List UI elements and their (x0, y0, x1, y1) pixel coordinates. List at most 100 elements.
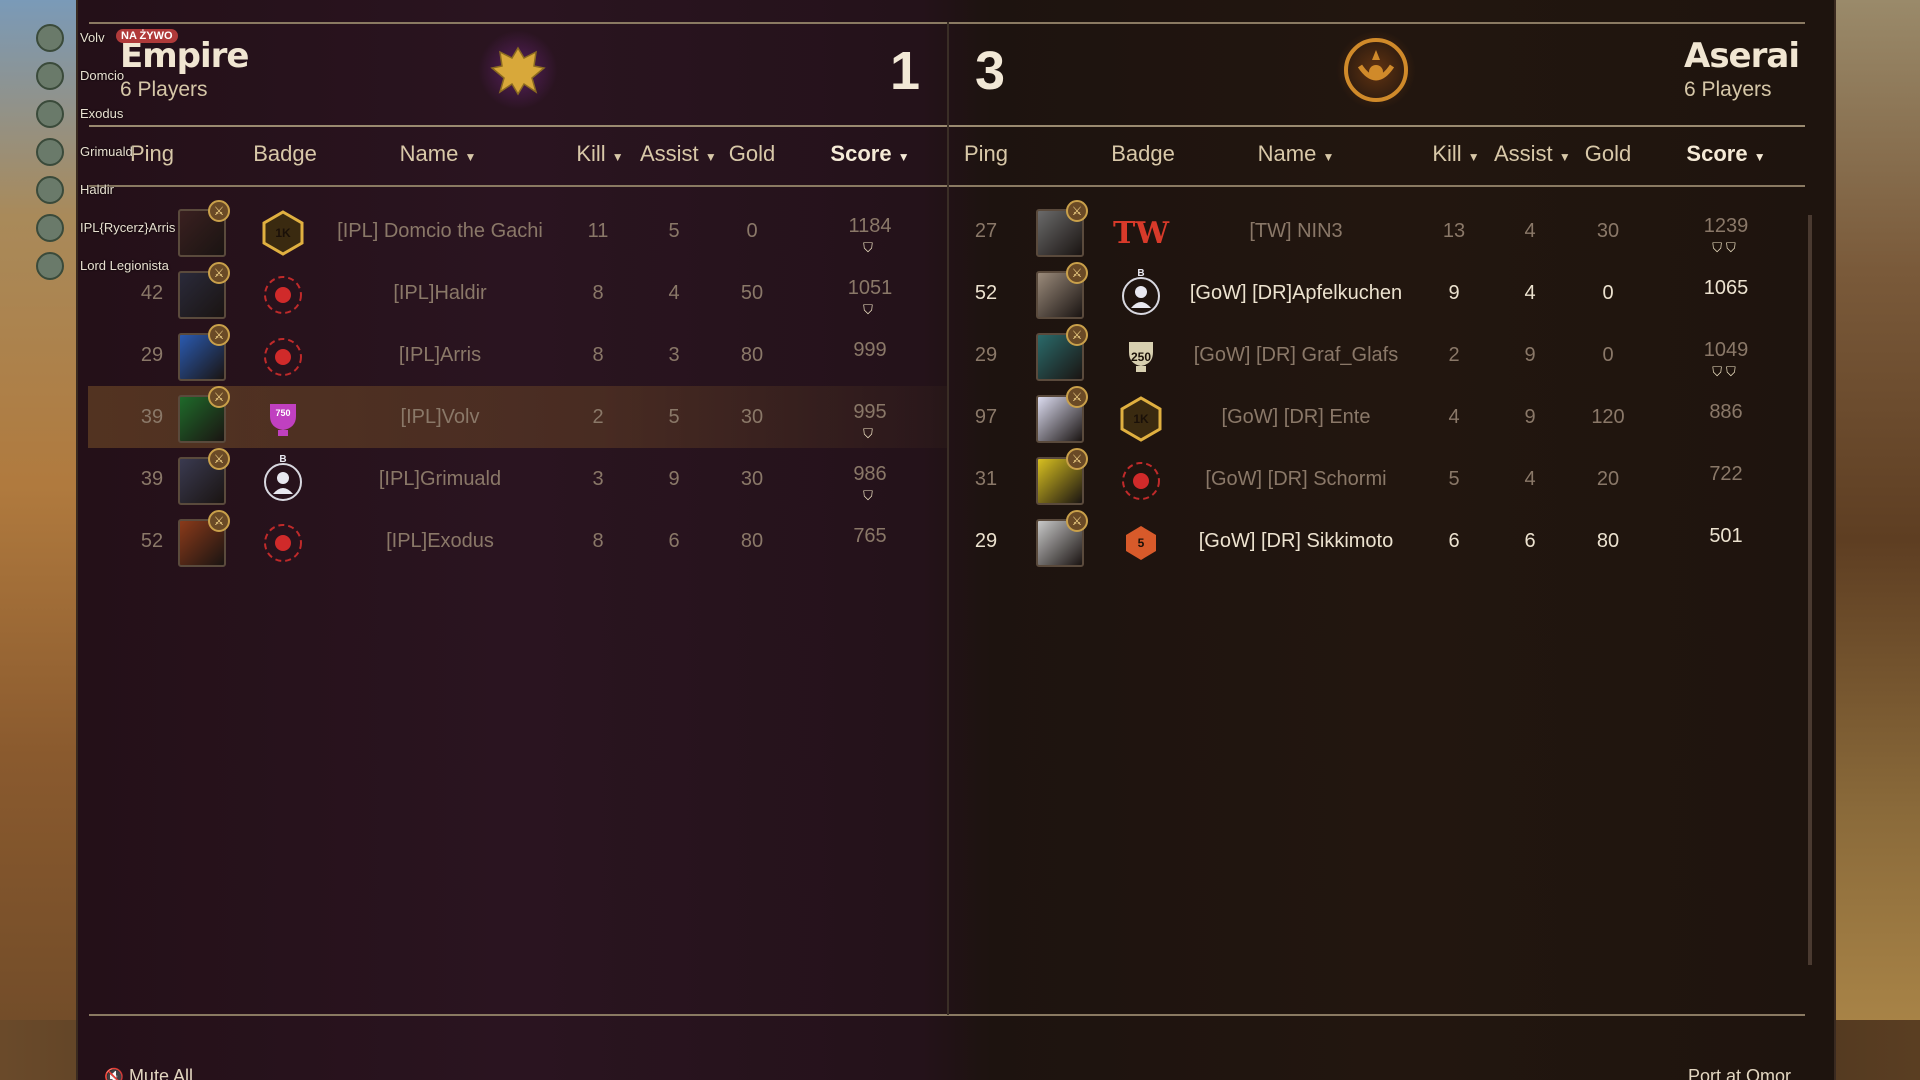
live-badge: NA ŻYWO (116, 29, 178, 43)
player-badge-icon: 5 (1116, 518, 1166, 568)
player-badge-icon: 1K (258, 208, 308, 258)
voice-avatar (36, 138, 64, 166)
kill-cell: 2 (592, 406, 604, 428)
table-row[interactable]: 52 [GoW] [DR]Apfelkuchen 9 4 0 1065 ⚔ B (944, 262, 1804, 324)
kill-cell: 6 (1448, 530, 1460, 552)
class-icon: ⚔ (1066, 262, 1088, 284)
map-name: Port at Omor (1688, 1066, 1792, 1080)
player-name-cell[interactable]: [IPL]Arris (310, 324, 570, 386)
column-header-assist-right[interactable]: Assist ▼ (1494, 141, 1571, 167)
column-header-score-right[interactable]: Score ▼ (1686, 141, 1766, 167)
table-row[interactable]: 29 [GoW] [DR] Sikkimoto 6 6 80 501 ⚔ 5 (944, 510, 1804, 572)
mute-all-button[interactable]: 🔇 Mute All (104, 1066, 193, 1080)
column-header-ping-right[interactable]: Ping (946, 141, 1026, 167)
badge-label: 1K (1133, 412, 1149, 426)
kill-cell: 13 (1442, 220, 1466, 242)
table-row[interactable]: 29 [GoW] [DR] Graf_Glafs 2 9 0 1049 ⛉⛉ ⚔ 250 (944, 324, 1804, 386)
column-header-gold-right[interactable]: Gold (1580, 141, 1636, 167)
column-header-badge[interactable]: Badge (240, 141, 330, 167)
assist-cell: 9 (668, 468, 680, 490)
voice-user-name: Volv (80, 30, 105, 45)
voice-avatar (36, 176, 64, 204)
team-name-right: Aserai (1684, 36, 1800, 76)
column-header-kill[interactable]: Kill ▼ (570, 141, 630, 167)
table-row[interactable]: 39 [IPL]Grimuald 3 9 30 986 ⛉ ⚔ B (88, 448, 948, 510)
class-icon: ⚔ (208, 262, 230, 284)
table-row[interactable]: 31 [GoW] [DR] Schormi 5 4 20 722 ⚔ (944, 448, 1804, 510)
table-row[interactable]: 39 [IPL]Volv 2 5 30 995 ⛉ ⚔ 750 (88, 386, 948, 448)
player-badge-icon (258, 518, 308, 568)
voice-user-name: Exodus (80, 106, 124, 121)
player-name-cell[interactable]: [IPL]Exodus (310, 510, 570, 572)
column-header-assist[interactable]: Assist ▼ (640, 141, 717, 167)
gold-cell: 0 (1602, 282, 1614, 304)
assist-cell: 4 (1524, 282, 1536, 304)
voice-user-name: Lord Legionista (80, 258, 169, 273)
column-header-gold[interactable]: Gold (724, 141, 780, 167)
column-header-kill-right[interactable]: Kill ▼ (1426, 141, 1486, 167)
column-header-score[interactable]: Score ▼ (830, 141, 910, 167)
player-badge-icon: B (1116, 268, 1166, 320)
gold-cell: 30 (1596, 220, 1620, 242)
kill-cell: 8 (592, 344, 604, 366)
class-icon: ⚔ (1066, 324, 1088, 346)
player-name-cell[interactable]: [GoW] [DR] Ente (1166, 386, 1426, 448)
table-row[interactable]: 97 [GoW] [DR] Ente 4 9 120 886 ⚔ 1K (944, 386, 1804, 448)
score-cell: 501 (1709, 525, 1743, 547)
gold-cell: 120 (1591, 406, 1625, 428)
score-cell: 999 (853, 339, 887, 361)
class-icon: ⚔ (1066, 510, 1088, 532)
player-name-cell[interactable]: [GoW] [DR] Graf_Glafs (1166, 324, 1426, 386)
player-badge-icon: TW (1113, 208, 1170, 258)
column-header-badge-right[interactable]: Badge (1098, 141, 1188, 167)
voice-user-name: IPL{Rycerz}Arris (80, 220, 176, 235)
kill-cell: 11 (587, 220, 609, 242)
badge-label: 1K (275, 226, 291, 240)
voice-user-name: Haldir (80, 182, 114, 197)
assist-cell: 5 (668, 406, 680, 428)
aserai-sun-icon (1336, 30, 1416, 110)
class-icon: ⚔ (1066, 386, 1088, 408)
scrollbar[interactable] (1808, 215, 1812, 965)
assist-cell: 3 (668, 344, 680, 366)
badge-label: TW (1113, 215, 1170, 251)
speaker-muted-icon: 🔇 (104, 1069, 124, 1080)
voice-avatar (36, 100, 64, 128)
column-header-name[interactable]: Name ▼ (398, 141, 478, 167)
mvp-shield-icon: ⛉⛉ (1712, 240, 1740, 255)
table-row[interactable]: 52 [IPL]Exodus 8 6 80 765 ⚔ (88, 510, 948, 572)
player-name-cell[interactable]: [IPL]Haldir (310, 262, 570, 324)
kill-cell: 3 (592, 468, 604, 490)
player-badge-icon (1116, 456, 1166, 506)
table-row[interactable]: 27 [TW] NIN3 13 4 30 1239 ⛉⛉ ⚔ TW (944, 200, 1804, 262)
assist-cell: 6 (668, 530, 680, 552)
player-name-cell[interactable]: [TW] NIN3 (1166, 200, 1426, 262)
column-header-name-right[interactable]: Name ▼ (1256, 141, 1336, 167)
team-score-right: 3 (975, 41, 1006, 101)
score-cell: 1065 (1703, 277, 1749, 299)
assist-cell: 9 (1524, 344, 1536, 366)
table-row[interactable]: [IPL] Domcio the Gachi 11 5 0 1184 ⛉ ⚔ 1K (88, 200, 948, 262)
class-icon: ⚔ (1066, 448, 1088, 470)
score-cell: 722 (1709, 463, 1743, 485)
player-name-cell[interactable]: [GoW] [DR]Apfelkuchen (1166, 262, 1426, 324)
mvp-shield-icon: ⛉ (863, 488, 877, 503)
table-row[interactable]: 29 [IPL]Arris 8 3 80 999 ⚔ (88, 324, 948, 386)
table-row[interactable]: 42 [IPL]Haldir 8 4 50 1051 ⛉ ⚔ (88, 262, 948, 324)
score-cell: 765 (853, 525, 887, 547)
player-name-cell[interactable]: [IPL]Grimuald (310, 448, 570, 510)
kill-cell: 8 (592, 530, 604, 552)
player-badge-icon (258, 270, 308, 320)
badge-label: 750 (275, 408, 291, 418)
player-name-cell[interactable]: [IPL]Volv (310, 386, 570, 448)
player-name-cell[interactable]: [GoW] [DR] Sikkimoto (1166, 510, 1426, 572)
player-name-cell[interactable]: [GoW] [DR] Schormi (1166, 448, 1426, 510)
mvp-shield-icon: ⛉ (863, 302, 877, 317)
player-name-cell[interactable]: [IPL] Domcio the Gachi (310, 200, 570, 262)
voice-avatar (36, 62, 64, 90)
badge-label: B (279, 454, 287, 465)
player-badge-icon: 250 (1116, 332, 1166, 382)
ping-cell: 27 (974, 220, 998, 242)
assist-cell: 6 (1524, 530, 1536, 552)
kill-cell: 2 (1448, 344, 1460, 366)
